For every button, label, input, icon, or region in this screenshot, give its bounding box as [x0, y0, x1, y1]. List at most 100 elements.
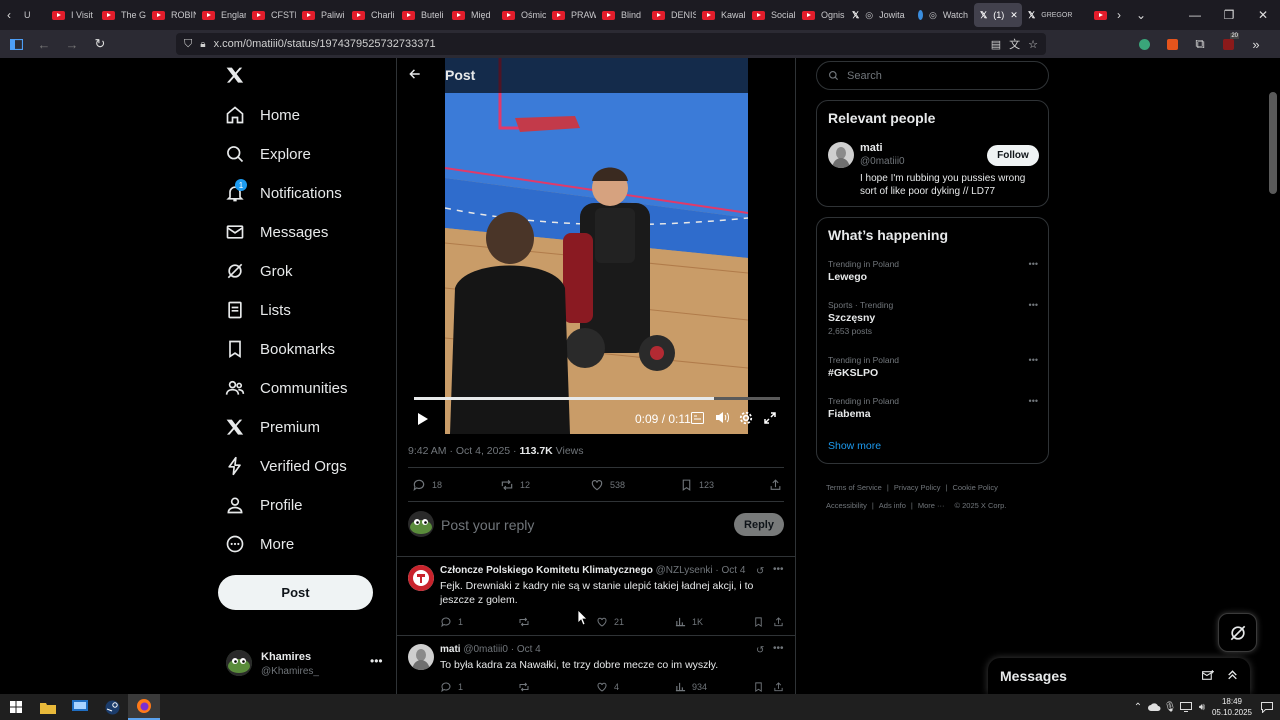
- video-progress-track[interactable]: [414, 397, 780, 400]
- shield-icon[interactable]: ⛉: [184, 38, 192, 51]
- browser-tab[interactable]: Englar: [196, 3, 246, 27]
- reply-comment-action[interactable]: 1: [440, 616, 463, 628]
- captions-icon[interactable]: [691, 412, 704, 424]
- expand-chevron-icon[interactable]: [1226, 668, 1239, 681]
- steam-icon[interactable]: [96, 694, 128, 720]
- reply-button[interactable]: Reply: [734, 513, 784, 536]
- app-menu-icon[interactable]: ≡: [1270, 30, 1280, 58]
- reply-share-action[interactable]: [773, 681, 784, 693]
- nav-lists[interactable]: Lists: [224, 290, 291, 330]
- reply-repost-action[interactable]: [518, 616, 530, 628]
- reader-view-icon[interactable]: ▤: [991, 38, 1001, 51]
- cookie-link[interactable]: Cookie Policy: [952, 483, 997, 492]
- new-message-icon[interactable]: [1201, 669, 1215, 682]
- microphone-icon[interactable]: 🎙︎: [1162, 694, 1178, 720]
- browser-tab[interactable]: Międ: [446, 3, 496, 27]
- tab-scroll-left-button[interactable]: ‹: [0, 0, 18, 30]
- reply-views-action[interactable]: 934: [675, 681, 707, 692]
- overflow-menu-icon[interactable]: »: [1242, 30, 1270, 58]
- browser-tab[interactable]: The G: [96, 3, 146, 27]
- notification-center-icon[interactable]: [1254, 694, 1280, 720]
- trend-item[interactable]: Sports · Trending Szczęsny 2,653 posts •…: [828, 300, 1038, 344]
- close-window-button[interactable]: ✕: [1246, 0, 1280, 30]
- tab-scroll-right-button[interactable]: ›: [1108, 0, 1130, 30]
- remote-desktop-icon[interactable]: [64, 694, 96, 720]
- firefox-icon[interactable]: [128, 694, 160, 720]
- sidebar-toggle-icon[interactable]: [2, 30, 30, 58]
- nav-home[interactable]: Home: [224, 95, 300, 135]
- browser-tab[interactable]: CFSTI: [246, 3, 296, 27]
- post-button[interactable]: Post: [218, 575, 373, 610]
- reload-icon[interactable]: ↻: [86, 30, 114, 58]
- reply-author[interactable]: mati: [440, 644, 461, 655]
- video-player[interactable]: 0:09 / 0:11: [408, 58, 786, 434]
- volume-icon[interactable]: 🔊︎: [1194, 694, 1210, 720]
- ads-info-link[interactable]: Ads info: [879, 501, 906, 510]
- play-icon[interactable]: [417, 412, 429, 426]
- grok-icon[interactable]: ↺: [756, 566, 764, 577]
- more-dots-icon[interactable]: •••: [1029, 355, 1038, 365]
- volume-icon[interactable]: [715, 411, 729, 424]
- more-dots-icon[interactable]: •••: [1029, 396, 1038, 406]
- browser-tab[interactable]: PRAW: [546, 3, 596, 27]
- file-explorer-icon[interactable]: [32, 694, 64, 720]
- back-icon[interactable]: ←: [30, 30, 58, 58]
- tray-overflow-icon[interactable]: ⌃: [1130, 694, 1146, 720]
- clock[interactable]: 18:49 05.10.2025: [1210, 696, 1254, 718]
- translate-icon[interactable]: 文: [1009, 36, 1020, 52]
- repost-action[interactable]: 12: [500, 478, 530, 492]
- more-dots-icon[interactable]: •••: [370, 654, 383, 668]
- browser-tab[interactable]: Kawal: [696, 3, 746, 27]
- trend-item[interactable]: Trending in Poland #GKSLPO •••: [828, 355, 1038, 385]
- browser-tab[interactable]: U: [18, 3, 46, 27]
- nav-bookmarks[interactable]: Bookmarks: [224, 329, 335, 369]
- nav-messages[interactable]: Messages: [224, 212, 328, 252]
- ublock-icon[interactable]: 20: [1214, 30, 1242, 58]
- reply-like-action[interactable]: 21: [596, 616, 624, 628]
- address-bar[interactable]: ⛉ 🔒︎ x.com/0matiii0/status/1974379525732…: [176, 33, 1046, 55]
- bookmark-action[interactable]: 123: [680, 478, 714, 492]
- follow-button[interactable]: Follow: [987, 145, 1039, 166]
- more-dots-icon[interactable]: •••: [773, 564, 784, 575]
- nav-verified-orgs[interactable]: Verified Orgs: [224, 446, 347, 486]
- reply-views-action[interactable]: 1K: [675, 616, 703, 627]
- fullscreen-icon[interactable]: [764, 412, 776, 424]
- reply-input[interactable]: Post your reply: [441, 517, 681, 533]
- avatar[interactable]: [828, 142, 854, 168]
- more-dots-icon[interactable]: •••: [1029, 259, 1038, 269]
- windows-start-icon[interactable]: [0, 694, 32, 720]
- x-logo-icon[interactable]: [226, 66, 244, 84]
- extensions-puzzle-icon[interactable]: ⧉: [1186, 30, 1214, 58]
- browser-tab[interactable]: DENIS: [646, 3, 696, 27]
- privacy-link[interactable]: Privacy Policy: [894, 483, 941, 492]
- nav-premium[interactable]: Premium: [224, 407, 320, 447]
- accessibility-link[interactable]: Accessibility: [826, 501, 867, 510]
- browser-tab[interactable]: Charli: [346, 3, 396, 27]
- forward-icon[interactable]: →: [58, 30, 86, 58]
- messages-drawer[interactable]: Messages: [988, 658, 1250, 694]
- more-dots-icon[interactable]: •••: [773, 643, 784, 654]
- grok-icon[interactable]: ↺: [756, 645, 764, 656]
- settings-gear-icon[interactable]: [739, 411, 753, 425]
- browser-tab[interactable]: I Visit: [46, 3, 96, 27]
- reply-repost-action[interactable]: [518, 681, 530, 693]
- browser-tab[interactable]: [1088, 3, 1108, 27]
- show-more-link[interactable]: Show more: [828, 440, 881, 452]
- network-icon[interactable]: [1178, 694, 1194, 720]
- browser-tab[interactable]: Buteli: [396, 3, 446, 27]
- search-input[interactable]: Search: [847, 70, 882, 82]
- nav-communities[interactable]: Communities: [224, 368, 348, 408]
- browser-tab[interactable]: 𝕏 GREGOR: [1022, 3, 1088, 27]
- reply-share-action[interactable]: [773, 616, 784, 628]
- browser-tab[interactable]: Blind: [596, 3, 646, 27]
- terms-link[interactable]: Terms of Service: [826, 483, 882, 492]
- reply-author[interactable]: Członcze Polskiego Komitetu Klimatyczneg…: [440, 565, 653, 576]
- person-name[interactable]: mati: [860, 142, 883, 154]
- close-tab-icon[interactable]: ✕: [1010, 10, 1018, 21]
- more-dots-icon[interactable]: •••: [1029, 300, 1038, 310]
- nav-profile[interactable]: Profile: [224, 485, 303, 525]
- account-switcher[interactable]: Khamires @Khamires_ •••: [226, 648, 386, 682]
- browser-tab[interactable]: Ośmic: [496, 3, 546, 27]
- trend-item[interactable]: Trending in Poland Lewego •••: [828, 259, 1038, 289]
- maximize-button[interactable]: ❐: [1212, 0, 1246, 30]
